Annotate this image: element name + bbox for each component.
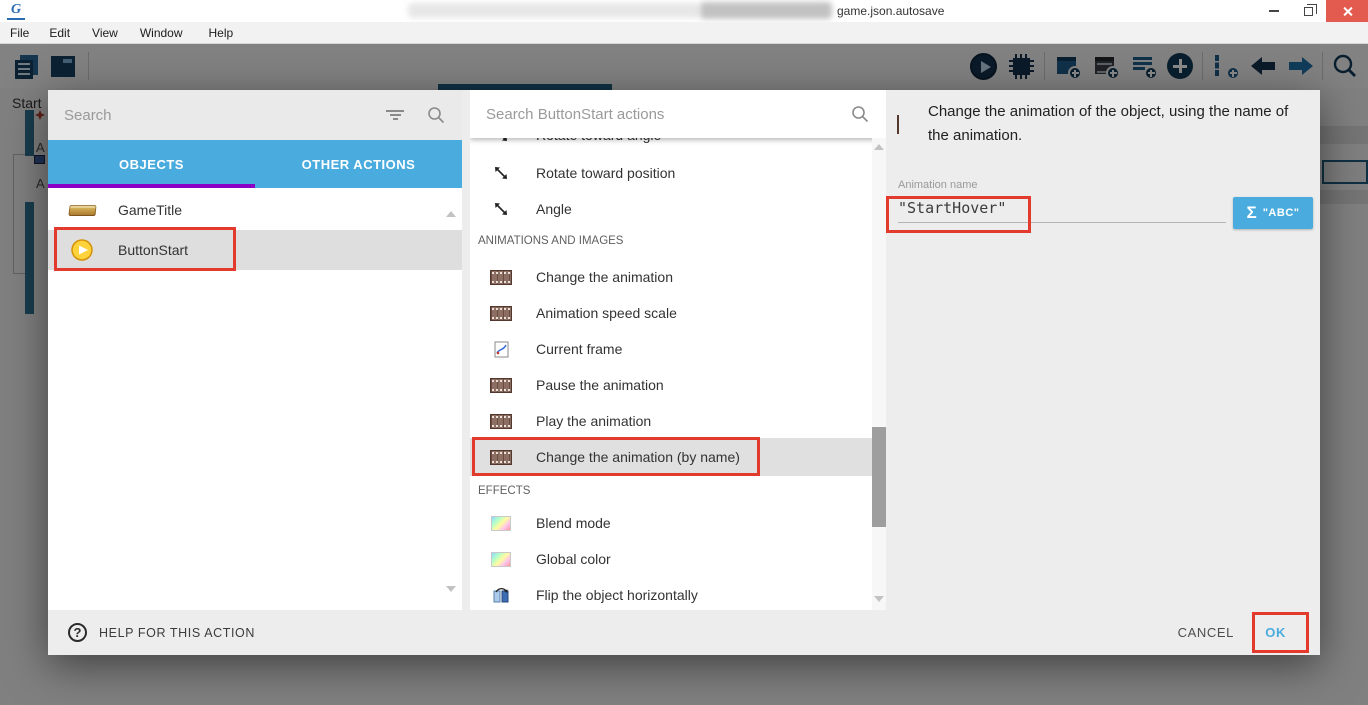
title-bar: G game.json.autosave — [0, 0, 1368, 22]
tab-objects[interactable]: OBJECTS — [48, 140, 255, 188]
window-title: game.json.autosave — [837, 4, 944, 18]
filmstrip-icon — [488, 378, 514, 393]
global-color-icon — [488, 552, 514, 567]
chooser-tabs: OBJECTS OTHER ACTIONS — [48, 140, 462, 188]
action-item[interactable]: Animation speed scale — [470, 295, 872, 331]
action-editor-dialog: OBJECTS OTHER ACTIONS GameTitle ButtonSt… — [48, 90, 1320, 655]
action-description: Change the animation of the object, usin… — [928, 100, 1306, 148]
frame-icon — [488, 341, 514, 358]
object-list: GameTitle ButtonStart — [48, 188, 462, 610]
blend-mode-icon — [488, 516, 514, 531]
minimize-icon[interactable] — [1258, 0, 1290, 22]
filmstrip-icon — [488, 270, 514, 285]
scroll-up-icon[interactable] — [446, 194, 458, 206]
cancel-button[interactable]: CANCEL — [1178, 610, 1234, 655]
filmstrip-icon — [488, 306, 514, 321]
action-search-bar — [470, 90, 886, 138]
menu-bar: File Edit View Window Help — [0, 22, 1368, 44]
action-parameters-panel: Change the animation of the object, usin… — [886, 90, 1320, 610]
action-item[interactable]: Change the animation — [470, 259, 872, 295]
close-icon[interactable] — [1326, 0, 1368, 22]
redacted-path-blur — [700, 2, 832, 19]
action-item[interactable]: Pause the animation — [470, 367, 872, 403]
scrollbar[interactable] — [872, 138, 886, 610]
redacted-path-blur — [408, 3, 700, 18]
animation-name-input[interactable] — [898, 193, 1226, 223]
expression-editor-button[interactable]: Σ "ABC" — [1233, 197, 1313, 229]
action-item[interactable]: Global color — [470, 541, 872, 577]
action-item[interactable]: Rotate toward position — [470, 155, 872, 191]
object-chooser-panel: OBJECTS OTHER ACTIONS GameTitle ButtonSt… — [48, 90, 462, 610]
flip-icon — [488, 587, 514, 604]
scroll-up-icon[interactable] — [874, 144, 884, 150]
restore-icon[interactable] — [1292, 0, 1324, 22]
filmstrip-icon — [897, 116, 899, 134]
filter-icon[interactable] — [386, 108, 404, 122]
ok-button[interactable]: OK — [1265, 610, 1286, 655]
menu-help[interactable]: Help — [203, 26, 240, 40]
list-item-gametitle[interactable]: GameTitle — [48, 190, 462, 230]
tab-other-actions[interactable]: OTHER ACTIONS — [255, 140, 462, 188]
menu-edit[interactable]: Edit — [43, 26, 76, 40]
list-item-buttonstart[interactable]: ButtonStart — [48, 230, 462, 270]
action-item[interactable]: Flip the object horizontally — [470, 577, 872, 610]
action-item-selected[interactable]: Change the animation (by name) — [470, 438, 872, 476]
search-icon[interactable] — [850, 104, 870, 124]
help-button[interactable]: ? HELP FOR THIS ACTION — [68, 610, 255, 655]
filmstrip-icon — [488, 414, 514, 429]
section-header: ANIMATIONS AND IMAGES — [478, 227, 858, 255]
rotate-icon — [488, 201, 514, 217]
sigma-icon: Σ — [1247, 203, 1257, 223]
section-header: EFFECTS — [478, 477, 858, 505]
filmstrip-icon — [488, 450, 514, 465]
search-icon[interactable] — [426, 105, 446, 125]
buttonstart-play-icon — [68, 239, 96, 261]
object-search-bar — [48, 90, 462, 140]
object-search-input[interactable] — [48, 107, 386, 124]
dialog-footer: ? HELP FOR THIS ACTION CANCEL OK — [48, 610, 1320, 655]
scrollbar-thumb[interactable] — [872, 427, 886, 527]
scroll-down-icon[interactable] — [446, 592, 458, 604]
field-label: Animation name — [898, 179, 978, 191]
menu-view[interactable]: View — [86, 26, 124, 40]
action-item[interactable]: Play the animation — [470, 403, 872, 439]
scroll-down-icon[interactable] — [874, 596, 884, 602]
rotate-icon — [488, 165, 514, 181]
gdevelop-logo-icon: G — [7, 2, 25, 20]
gametitle-thumbnail-icon — [68, 205, 96, 216]
action-item[interactable]: Angle — [470, 191, 872, 227]
action-item[interactable]: Current frame — [470, 331, 872, 367]
action-search-input[interactable] — [470, 106, 850, 123]
menu-window[interactable]: Window — [134, 26, 189, 40]
menu-file[interactable]: File — [4, 26, 35, 40]
action-item[interactable]: Blend mode — [470, 505, 872, 541]
help-icon: ? — [68, 623, 87, 642]
action-chooser-panel: Rotate toward angle Rotate toward positi… — [470, 90, 886, 610]
